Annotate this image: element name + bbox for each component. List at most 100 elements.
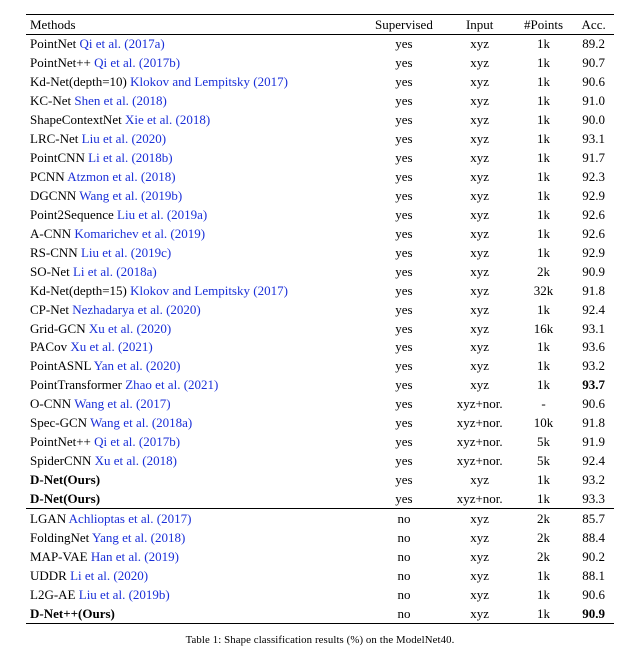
cell-method: UDDR Li et al. (2020) [26, 566, 362, 585]
citation[interactable]: Wang et al. (2019b) [79, 188, 182, 203]
cell-supervised: yes [362, 149, 445, 168]
cell-method: CP-Net Nezhadarya et al. (2020) [26, 300, 362, 319]
cell-input: xyz [446, 186, 514, 205]
table-row: Kd-Net(depth=10) Klokov and Lempitsky (2… [26, 73, 614, 92]
cell-method: SpiderCNN Xu et al. (2018) [26, 452, 362, 471]
method-name: LGAN [30, 511, 66, 526]
table-row: D-Net(Ours)yesxyz+nor.1k93.3 [26, 489, 614, 508]
table-row: PACov Xu et al. (2021)yesxyz1k93.6 [26, 338, 614, 357]
citation[interactable]: Qi et al. (2017b) [94, 434, 180, 449]
cell-points: 1k [514, 376, 573, 395]
cell-method: PCNN Atzmon et al. (2018) [26, 168, 362, 187]
citation[interactable]: Qi et al. (2017b) [94, 55, 180, 70]
cell-method: D-Net++(Ours) [26, 604, 362, 623]
cell-input: xyz [446, 205, 514, 224]
cell-acc: 92.4 [573, 452, 614, 471]
method-name: Point2Sequence [30, 207, 114, 222]
citation[interactable]: Atzmon et al. (2018) [67, 169, 175, 184]
cell-acc: 88.4 [573, 528, 614, 547]
table-row: RS-CNN Liu et al. (2019c)yesxyz1k92.9 [26, 243, 614, 262]
cell-method: FoldingNet Yang et al. (2018) [26, 528, 362, 547]
citation[interactable]: Qi et al. (2017a) [79, 36, 164, 51]
cell-acc: 93.6 [573, 338, 614, 357]
citation[interactable]: Achlioptas et al. (2017) [69, 511, 192, 526]
cell-acc: 93.3 [573, 489, 614, 508]
citation[interactable]: Klokov and Lempitsky (2017) [130, 283, 288, 298]
method-name: PACov [30, 339, 67, 354]
citation[interactable]: Yang et al. (2018) [92, 530, 185, 545]
citation[interactable]: Wang et al. (2018a) [90, 415, 192, 430]
citation[interactable]: Xu et al. (2020) [89, 321, 171, 336]
cell-acc: 92.9 [573, 186, 614, 205]
table-row: LGAN Achlioptas et al. (2017)noxyz2k85.7 [26, 509, 614, 528]
cell-points: 1k [514, 489, 573, 508]
table-header-row: Methods Supervised Input #Points Acc. [26, 15, 614, 35]
cell-acc: 91.8 [573, 414, 614, 433]
cell-acc: 90.7 [573, 54, 614, 73]
table-row: Kd-Net(depth=15) Klokov and Lempitsky (2… [26, 281, 614, 300]
cell-method: L2G-AE Liu et al. (2019b) [26, 585, 362, 604]
cell-supervised: yes [362, 92, 445, 111]
method-name: UDDR [30, 568, 67, 583]
cell-supervised: yes [362, 357, 445, 376]
cell-supervised: yes [362, 489, 445, 508]
citation[interactable]: Li et al. (2018a) [73, 264, 157, 279]
cell-supervised: yes [362, 433, 445, 452]
cell-method: A-CNN Komarichev et al. (2019) [26, 224, 362, 243]
cell-input: xyz [446, 168, 514, 187]
cell-input: xyz [446, 149, 514, 168]
citation[interactable]: Wang et al. (2017) [74, 396, 170, 411]
table-caption: Table 1: Shape classification results (%… [26, 634, 614, 646]
citation[interactable]: Li et al. (2020) [70, 568, 148, 583]
table-row: L2G-AE Liu et al. (2019b)noxyz1k90.6 [26, 585, 614, 604]
cell-points: 1k [514, 186, 573, 205]
table-row: PointTransformer Zhao et al. (2021)yesxy… [26, 376, 614, 395]
citation[interactable]: Liu et al. (2019c) [81, 245, 171, 260]
cell-points: 1k [514, 224, 573, 243]
cell-method: KC-Net Shen et al. (2018) [26, 92, 362, 111]
col-methods: Methods [26, 15, 362, 35]
table-row: O-CNN Wang et al. (2017)yesxyz+nor.-90.6 [26, 395, 614, 414]
citation[interactable]: Nezhadarya et al. (2020) [72, 302, 201, 317]
table-row: PointASNL Yan et al. (2020)yesxyz1k93.2 [26, 357, 614, 376]
cell-supervised: yes [362, 243, 445, 262]
citation[interactable]: Xu et al. (2018) [95, 453, 177, 468]
cell-acc: 90.6 [573, 585, 614, 604]
method-name: O-CNN [30, 396, 71, 411]
citation[interactable]: Li et al. (2018b) [88, 150, 172, 165]
citation[interactable]: Liu et al. (2019b) [79, 587, 170, 602]
cell-points: 2k [514, 547, 573, 566]
cell-method: ShapeContextNet Xie et al. (2018) [26, 111, 362, 130]
method-name: Spec-GCN [30, 415, 87, 430]
citation[interactable]: Shen et al. (2018) [74, 93, 166, 108]
method-name: FoldingNet [30, 530, 89, 545]
method-name: LRC-Net [30, 131, 78, 146]
citation[interactable]: Zhao et al. (2021) [125, 377, 218, 392]
citation[interactable]: Yan et al. (2020) [94, 358, 181, 373]
cell-supervised: yes [362, 452, 445, 471]
cell-input: xyz+nor. [446, 489, 514, 508]
citation[interactable]: Han et al. (2019) [91, 549, 179, 564]
cell-points: 1k [514, 149, 573, 168]
cell-input: xyz [446, 224, 514, 243]
citation[interactable]: Liu et al. (2019a) [117, 207, 207, 222]
cell-method: Kd-Net(depth=10) Klokov and Lempitsky (2… [26, 73, 362, 92]
cell-method: PointNet++ Qi et al. (2017b) [26, 433, 362, 452]
cell-points: 1k [514, 111, 573, 130]
citation[interactable]: Klokov and Lempitsky (2017) [130, 74, 288, 89]
citation[interactable]: Komarichev et al. (2019) [74, 226, 205, 241]
cell-input: xyz+nor. [446, 414, 514, 433]
citation[interactable]: Xu et al. (2021) [70, 339, 152, 354]
cell-supervised: yes [362, 168, 445, 187]
method-name: CP-Net [30, 302, 69, 317]
table-row: Grid-GCN Xu et al. (2020)yesxyz16k93.1 [26, 319, 614, 338]
table-row: SO-Net Li et al. (2018a)yesxyz2k90.9 [26, 262, 614, 281]
table-row: ShapeContextNet Xie et al. (2018)yesxyz1… [26, 111, 614, 130]
cell-method: PointASNL Yan et al. (2020) [26, 357, 362, 376]
cell-acc: 90.0 [573, 111, 614, 130]
cell-input: xyz [446, 566, 514, 585]
method-name: DGCNN [30, 188, 76, 203]
citation[interactable]: Xie et al. (2018) [125, 112, 210, 127]
citation[interactable]: Liu et al. (2020) [82, 131, 166, 146]
cell-points: 1k [514, 73, 573, 92]
